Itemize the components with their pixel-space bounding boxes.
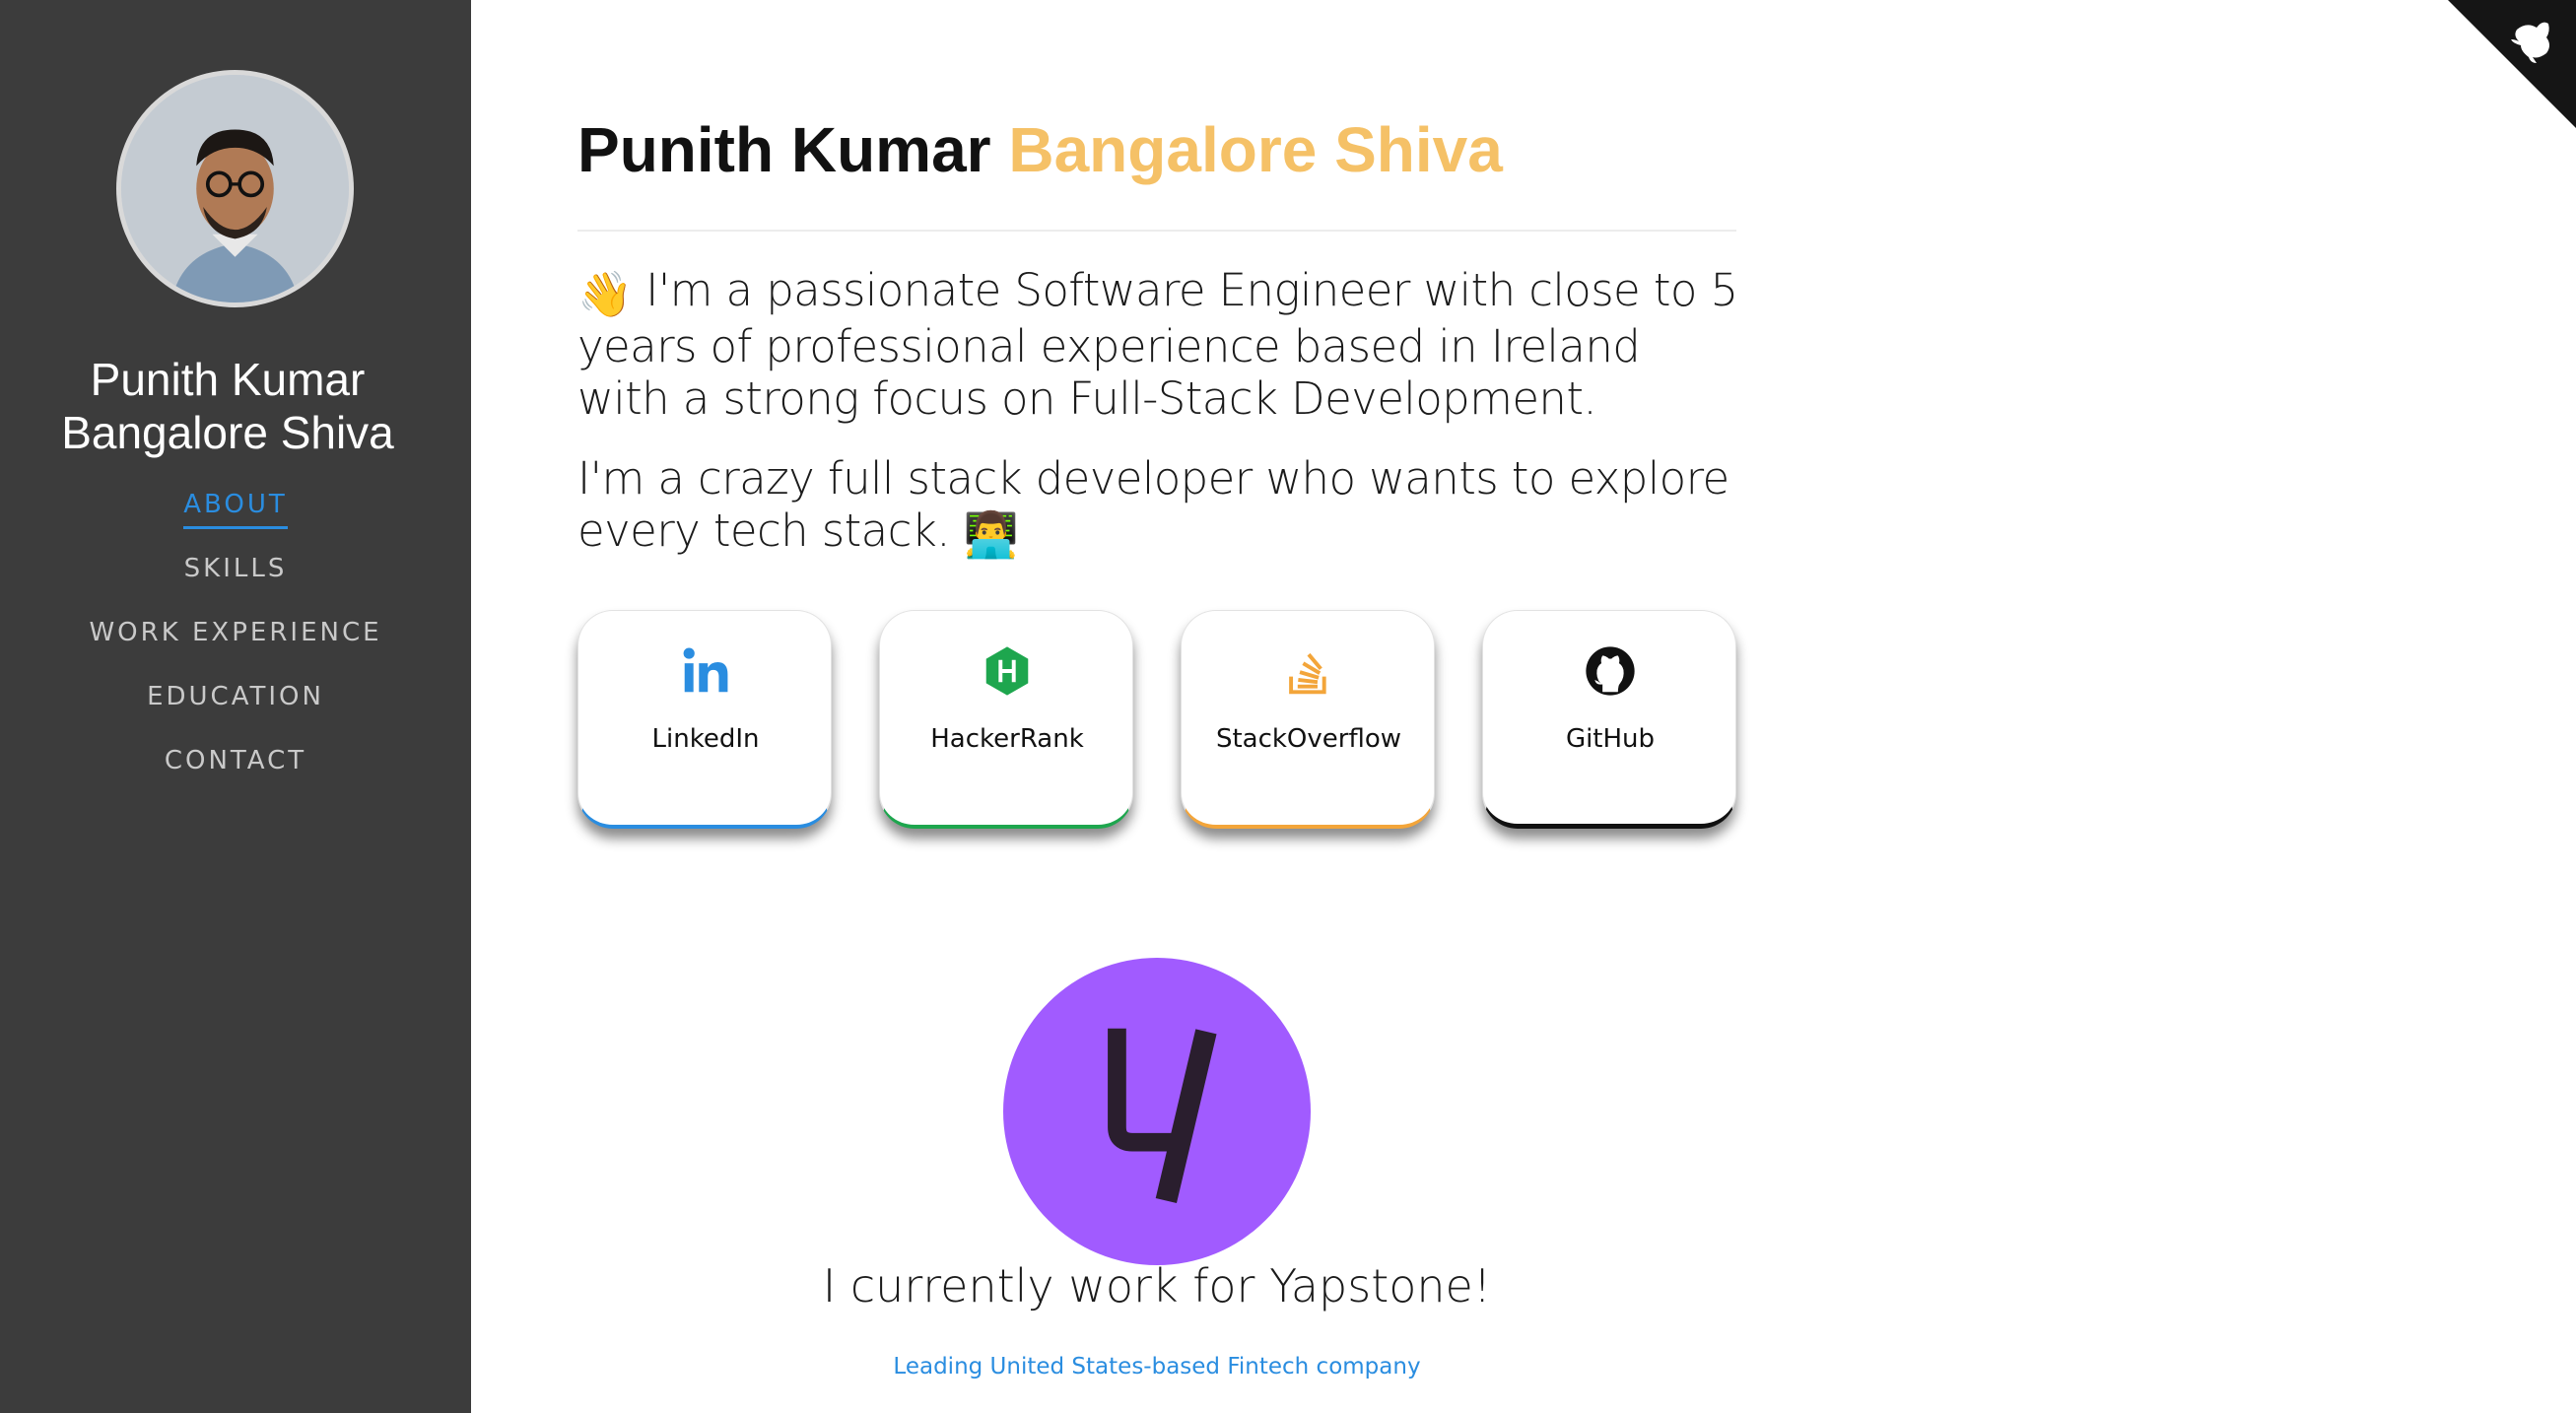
company-description[interactable]: Leading United States-based Fintech comp… (577, 1354, 1736, 1379)
nav-contact[interactable]: CONTACT (165, 743, 306, 782)
profile-card-hackerrank[interactable]: HackerRank (879, 610, 1133, 829)
wave-emoji: 👋 (577, 268, 633, 320)
github-icon (1483, 643, 1737, 703)
second-text: I'm a crazy full stack developer who wan… (577, 452, 1729, 557)
nav-work-experience[interactable]: WORK EXPERIENCE (89, 615, 381, 654)
technologist-emoji: 👨‍💻 (963, 508, 1019, 561)
github-corner-icon (2448, 0, 2576, 128)
avatar (116, 70, 354, 307)
sidebar-nav: ABOUT SKILLS WORK EXPERIENCE EDUCATION C… (0, 487, 471, 807)
sidebar-name-line2: Bangalore Shiva (61, 407, 394, 458)
avatar-photo (121, 75, 349, 303)
sidebar-name: Punith Kumar Bangalore Shiva (0, 353, 455, 459)
profile-card-linkedin[interactable]: LinkedIn (577, 610, 832, 829)
second-paragraph: I'm a crazy full stack developer who wan… (577, 452, 1740, 561)
profile-label-stackoverflow: StackOverflow (1215, 724, 1402, 754)
title-first: Punith Kumar (577, 114, 991, 185)
sidebar-name-line1: Punith Kumar (90, 354, 366, 405)
nav-education[interactable]: EDUCATION (147, 679, 324, 718)
profile-cards: LinkedIn HackerRank StackOverflow GitHub (577, 610, 1740, 832)
nav-skills[interactable]: SKILLS (184, 551, 288, 590)
profile-card-stackoverflow[interactable]: StackOverflow (1181, 610, 1435, 829)
company-statement: I currently work for Yapstone! (822, 1259, 1492, 1312)
hackerrank-icon (880, 643, 1134, 703)
profile-card-github[interactable]: GitHub (1482, 610, 1736, 829)
intro-paragraph: 👋 I'm a passionate Software Engineer wit… (577, 264, 1740, 425)
yapstone-logo (1003, 958, 1311, 1265)
intro-text: I'm a passionate Software Engineer with … (577, 264, 1738, 425)
nav-about[interactable]: ABOUT (183, 487, 288, 529)
stackoverflow-icon (1182, 643, 1436, 703)
title-accent: Bangalore Shiva (1008, 114, 1503, 185)
profile-label-github: GitHub (1565, 724, 1656, 754)
linkedin-icon (578, 643, 833, 703)
divider (577, 230, 1736, 232)
github-corner-link[interactable] (2448, 0, 2576, 128)
profile-label-hackerrank: HackerRank (930, 724, 1084, 754)
sidebar: Punith Kumar Bangalore Shiva ABOUT SKILL… (0, 0, 471, 1413)
page-title: Punith Kumar Bangalore Shiva (577, 110, 1503, 189)
profile-label-linkedin: LinkedIn (651, 724, 760, 754)
